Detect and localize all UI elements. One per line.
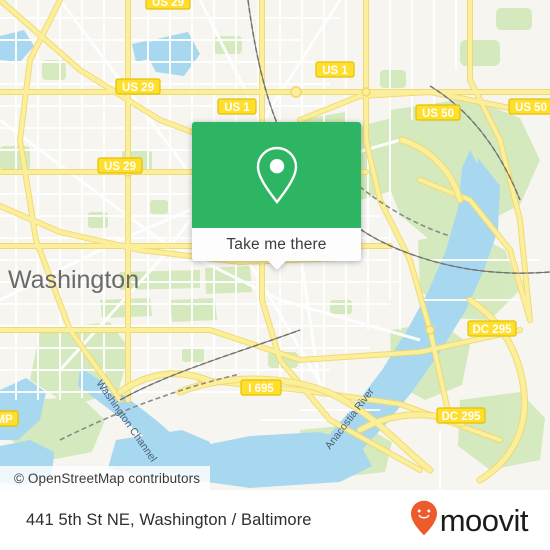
- shield-us-50-right: US 50: [508, 98, 550, 115]
- card-pointer-tail: [267, 261, 286, 270]
- svg-text:US 29: US 29: [152, 0, 184, 9]
- shield-us-1-left: US 1: [217, 98, 257, 115]
- svg-text:DC 295: DC 295: [473, 324, 513, 336]
- svg-text:US 29: US 29: [104, 161, 136, 173]
- shield-us-50-left: US 50: [415, 104, 461, 121]
- card-action-bar[interactable]: Take me there: [192, 228, 361, 270]
- moovit-wordmark: moovit: [439, 502, 529, 538]
- svg-text:I 695: I 695: [248, 383, 274, 395]
- svg-text:US 1: US 1: [224, 102, 250, 114]
- svg-text:US 50: US 50: [422, 108, 454, 120]
- shield-i-695: I 695: [240, 379, 282, 396]
- svg-text:US 50: US 50: [515, 102, 547, 114]
- moovit-logo[interactable]: moovit: [410, 500, 529, 541]
- map-pin-icon: [254, 145, 300, 205]
- take-me-there-label: Take me there: [226, 235, 327, 253]
- moovit-smiley-pin-icon: [410, 500, 438, 541]
- svg-text:US 29: US 29: [122, 82, 154, 94]
- shield-us-29-lower: US 29: [97, 157, 143, 174]
- shield-us-1-right: US 1: [315, 61, 355, 78]
- footer-bar: 441 5th St NE, Washington / Baltimore mo…: [0, 490, 550, 550]
- shield-us-29-top: US 29: [145, 0, 191, 10]
- shield-dc-295-lower: DC 295: [436, 407, 486, 424]
- osm-attribution-text: © OpenStreetMap contributors: [14, 470, 201, 486]
- shield-us-29-upper: US 29: [115, 78, 161, 95]
- card-header: [192, 122, 361, 228]
- address-label: 441 5th St NE, Washington / Baltimore: [26, 510, 312, 529]
- map-label-city: Washington: [8, 266, 139, 294]
- svg-text:US 1: US 1: [322, 65, 348, 77]
- svg-text:MP: MP: [0, 414, 13, 426]
- map-screenshot: Washington Washington Channel Anacostia …: [0, 0, 550, 550]
- shield-mp-clipped: MP: [0, 410, 19, 427]
- location-info-card[interactable]: Take me there: [192, 122, 361, 270]
- shield-dc-295-upper: DC 295: [467, 320, 517, 337]
- osm-attribution[interactable]: © OpenStreetMap contributors: [0, 466, 211, 490]
- svg-text:DC 295: DC 295: [442, 411, 482, 423]
